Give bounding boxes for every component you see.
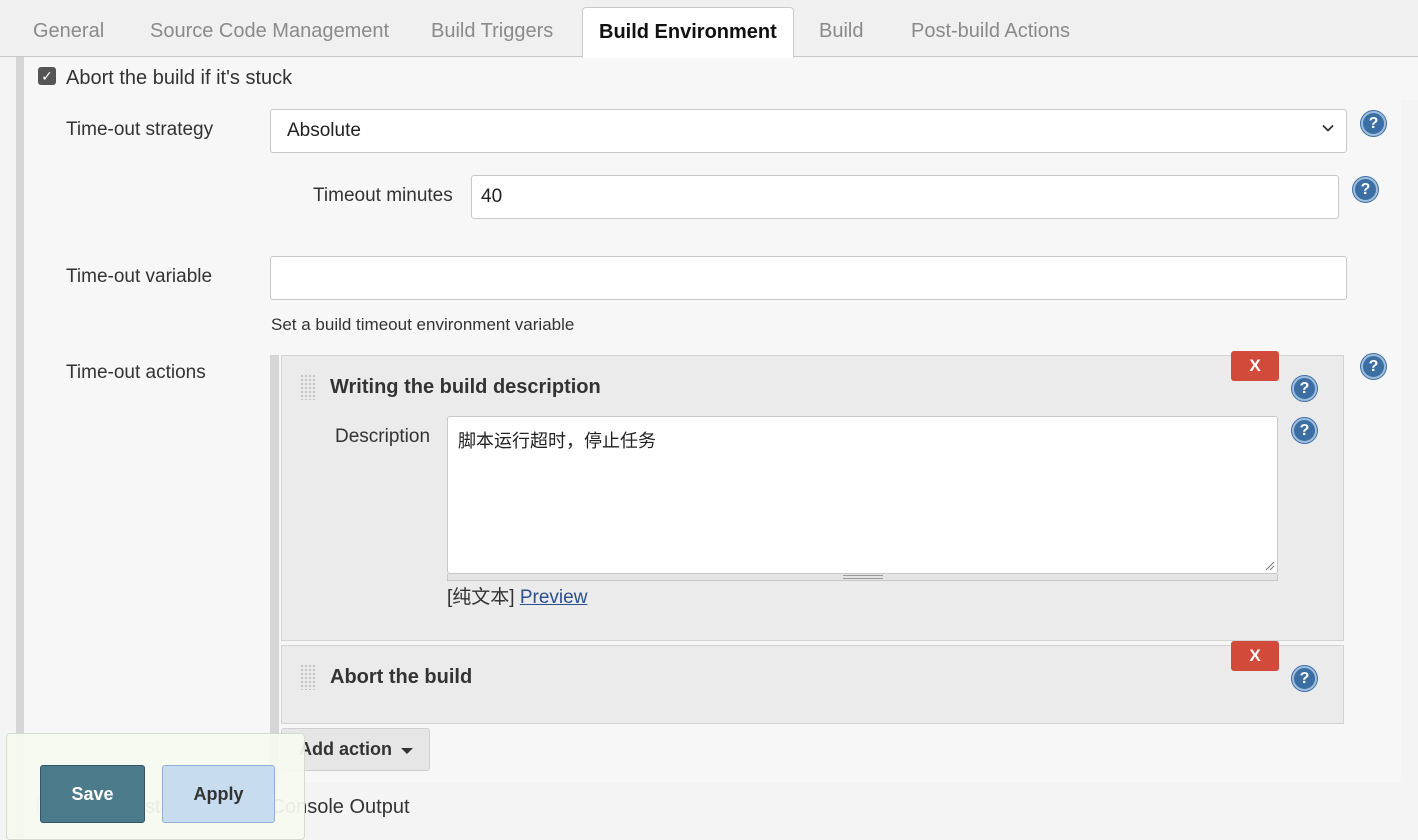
actions-indent-bar — [270, 355, 279, 783]
timeout-strategy-select[interactable]: Absolute — [270, 109, 1347, 153]
tab-build-environment[interactable]: Build Environment — [582, 7, 794, 58]
action-card-title: Abort the build — [330, 666, 473, 688]
resize-grip-icon[interactable] — [1263, 559, 1275, 571]
markup-format-line: [纯文本] Preview — [447, 582, 587, 609]
abort-if-stuck-label: Abort the build if it's stuck — [66, 67, 293, 89]
tab-build[interactable]: Build — [803, 7, 879, 57]
description-textarea[interactable]: 脚本运行超时，停止任务 — [447, 416, 1278, 574]
timeout-actions-label: Time-out actions — [66, 362, 206, 383]
timeout-strategy-help-icon[interactable]: ? — [1361, 111, 1386, 136]
timeout-strategy-label: Time-out strategy — [66, 119, 214, 140]
tab-post-build-actions[interactable]: Post-build Actions — [895, 7, 1086, 57]
tab-general[interactable]: General — [17, 7, 120, 57]
drag-handle-icon[interactable] — [300, 374, 317, 400]
description-label: Description — [335, 426, 431, 447]
description-value: 脚本运行超时，停止任务 — [458, 431, 656, 451]
add-action-label: Add action — [299, 739, 392, 759]
description-help-icon[interactable]: ? — [1292, 418, 1317, 443]
tab-bar: General Source Code Management Build Tri… — [0, 0, 1418, 58]
timeout-variable-label: Time-out variable — [66, 266, 213, 287]
timeout-minutes-help-icon[interactable]: ? — [1353, 177, 1378, 202]
timeout-variable-hint: Set a build timeout environment variable — [271, 315, 575, 334]
action-card-title: Writing the build description — [330, 376, 601, 398]
timeout-actions-help-icon[interactable]: ? — [1361, 354, 1386, 379]
write-description-help-icon[interactable]: ? — [1292, 376, 1317, 401]
tab-build-triggers[interactable]: Build Triggers — [415, 7, 569, 57]
save-button[interactable]: Save — [40, 765, 145, 823]
section-indent-bar — [16, 57, 24, 840]
drag-handle-icon[interactable] — [300, 664, 317, 690]
checkmark-icon: ✓ — [41, 68, 53, 84]
markup-format-label: [纯文本] — [447, 587, 515, 608]
remove-action-button[interactable]: X — [1231, 351, 1279, 381]
timeout-minutes-input[interactable]: 40 — [471, 175, 1339, 219]
tab-source-code-management[interactable]: Source Code Management — [134, 7, 405, 57]
timeout-minutes-label: Timeout minutes — [313, 185, 453, 206]
abort-if-stuck-checkbox[interactable]: ✓ — [38, 67, 56, 85]
chevron-down-icon — [1322, 124, 1334, 132]
timeout-minutes-value: 40 — [481, 186, 503, 207]
preview-link[interactable]: Preview — [520, 587, 588, 608]
apply-button[interactable]: Apply — [162, 765, 275, 823]
timeout-variable-input[interactable] — [270, 256, 1347, 300]
abort-build-help-icon[interactable]: ? — [1292, 666, 1317, 691]
caret-down-icon — [401, 748, 413, 754]
timeout-strategy-value: Absolute — [287, 120, 361, 141]
resize-handle-icon — [843, 575, 883, 579]
textarea-resize-bar[interactable] — [447, 574, 1278, 581]
remove-action-button[interactable]: X — [1231, 641, 1279, 671]
